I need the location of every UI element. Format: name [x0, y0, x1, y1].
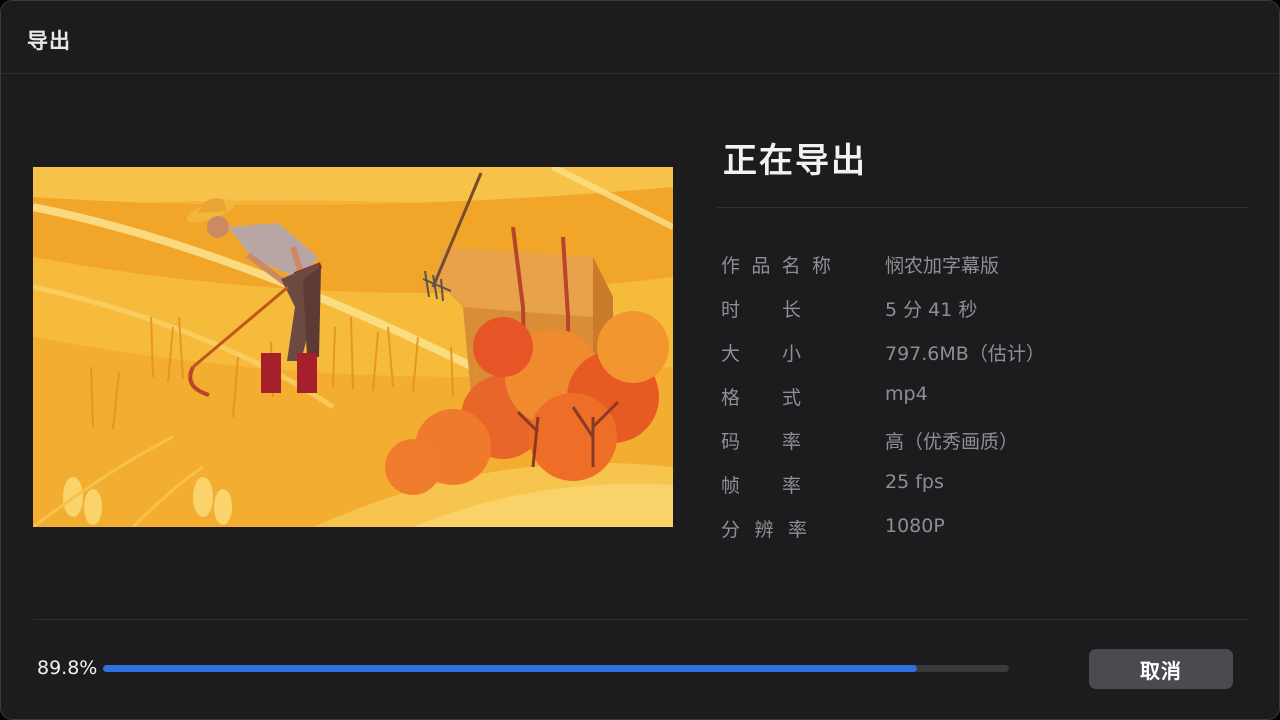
export-dialog: 导出 正在导出 作 品 名 称 悯农加字幕版 时 长 5 分 41 秒 大 小 … — [0, 0, 1280, 720]
detail-label: 分辨率 — [721, 519, 807, 541]
detail-value: 25 fps — [885, 471, 944, 493]
footer-divider — [33, 619, 1249, 620]
export-status-heading: 正在导出 — [723, 141, 867, 181]
progress-percent-label: 89.8% — [37, 657, 98, 679]
detail-row-bitrate: 码率 高（优秀画质） — [721, 427, 1249, 453]
detail-label: 作品名称 — [721, 255, 831, 277]
detail-row-size: 大小 797.6MB（估计） — [721, 339, 1249, 365]
detail-label: 大小 — [721, 343, 801, 365]
detail-label: 格式 — [721, 387, 801, 409]
detail-label: 帧率 — [721, 475, 801, 497]
info-divider — [717, 207, 1249, 208]
detail-value: 797.6MB（估计） — [885, 343, 1045, 365]
detail-row-resolution: 分辨率 1080P — [721, 515, 1249, 541]
progress-bar-fill — [103, 665, 917, 672]
detail-row-framerate: 帧率 25 fps — [721, 471, 1249, 497]
detail-label: 时长 — [721, 299, 801, 321]
detail-value: 1080P — [885, 515, 945, 537]
detail-value: 5 分 41 秒 — [885, 299, 978, 321]
detail-value: 高（优秀画质） — [885, 431, 1019, 453]
detail-label: 码率 — [721, 431, 801, 453]
detail-row-name: 作品名称 悯农加字幕版 — [721, 251, 1249, 277]
dialog-title: 导出 — [27, 29, 71, 53]
cancel-button[interactable]: 取消 — [1089, 649, 1233, 689]
detail-row-duration: 时长 5 分 41 秒 — [721, 295, 1249, 321]
progress-bar — [103, 665, 1009, 672]
detail-value: mp4 — [885, 383, 928, 405]
title-bar: 导出 — [1, 1, 1279, 74]
detail-row-format: 格式 mp4 — [721, 383, 1249, 409]
video-preview — [33, 167, 673, 527]
preview-illustration — [33, 167, 673, 527]
detail-value: 悯农加字幕版 — [885, 255, 1000, 277]
